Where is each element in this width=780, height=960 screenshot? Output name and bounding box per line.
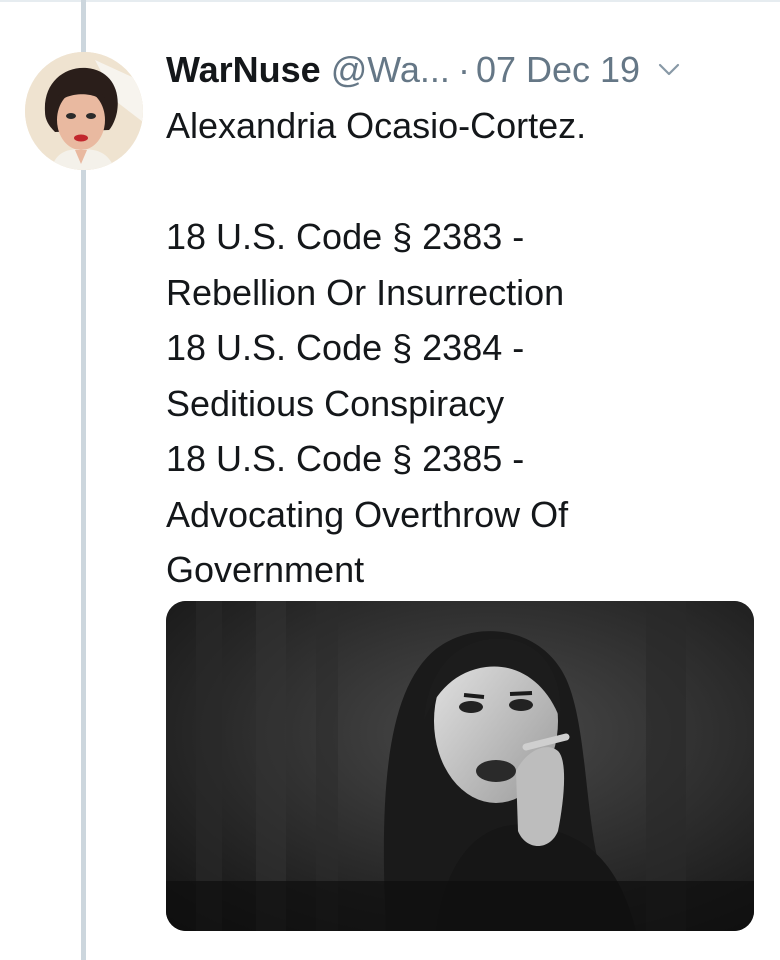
- user-handle[interactable]: @Wa...: [331, 49, 450, 91]
- tweet-text: Alexandria Ocasio-Cortez. 18 U.S. Code §…: [166, 105, 587, 590]
- photo-image: [166, 601, 754, 931]
- top-divider: [0, 0, 780, 2]
- tweet[interactable]: WarNuse @Wa... · 07 Dec 19 Alexandria Oc…: [166, 44, 762, 598]
- tweet-photo[interactable]: [166, 601, 754, 931]
- tweet-header: WarNuse @Wa... · 07 Dec 19: [166, 44, 762, 96]
- header-separator: ·: [457, 49, 470, 90]
- avatar[interactable]: [25, 52, 143, 170]
- tweet-date[interactable]: 07 Dec 19: [476, 49, 640, 91]
- chevron-down-icon[interactable]: [658, 59, 680, 81]
- avatar-illustration: [25, 52, 143, 170]
- display-name[interactable]: WarNuse: [166, 49, 321, 91]
